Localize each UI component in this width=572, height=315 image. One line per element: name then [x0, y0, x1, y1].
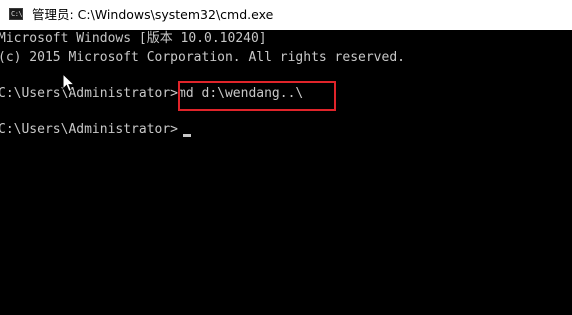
title-bar[interactable]: C:\ 管理员: C:\Windows\system32\cmd.exe: [0, 0, 572, 30]
console-prompt: C:\Users\Administrator>: [0, 122, 179, 137]
command-highlight-box: [178, 81, 336, 111]
console-icon[interactable]: C:\: [9, 8, 23, 20]
text-cursor: [183, 134, 191, 137]
console-current-prompt-line[interactable]: C:\Users\Administrator>: [0, 121, 178, 139]
console-area[interactable]: Microsoft Windows [版本 10.0.10240] (c) 20…: [0, 30, 572, 315]
console-icon-glyph: C:\: [11, 10, 23, 18]
cmd-window: C:\ 管理员: C:\Windows\system32\cmd.exe Mic…: [0, 0, 572, 315]
window-title: 管理员: C:\Windows\system32\cmd.exe: [32, 7, 274, 22]
console-prompt: C:\Users\Administrator>: [0, 86, 179, 101]
console-copyright-line: (c) 2015 Microsoft Corporation. All righ…: [0, 50, 405, 65]
mouse-pointer-icon: [62, 73, 76, 93]
console-version-line: Microsoft Windows [版本 10.0.10240]: [0, 31, 267, 46]
